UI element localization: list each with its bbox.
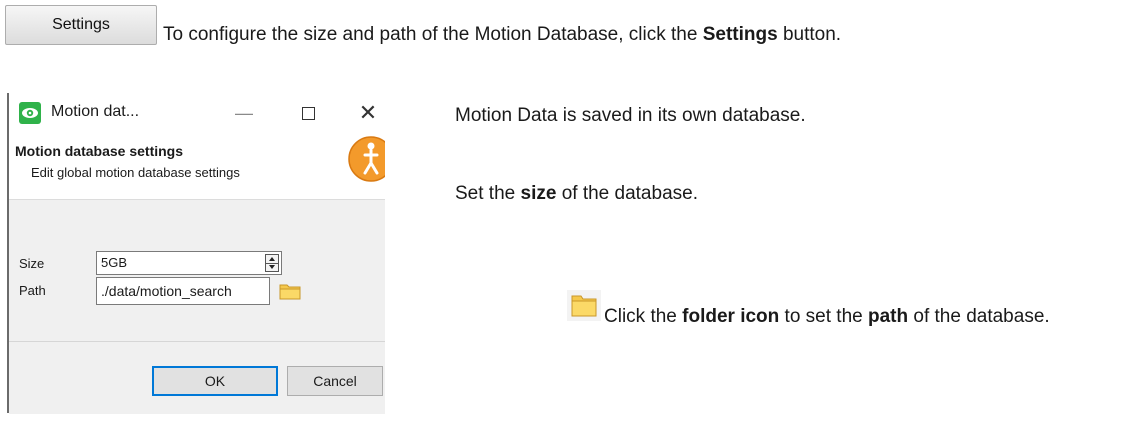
- size-note-end: of the database.: [556, 183, 698, 204]
- intro-paragraph: To configure the size and path of the Mo…: [163, 24, 841, 46]
- folder-note-end: of the database.: [908, 306, 1050, 327]
- dialog-titlebar: Motion dat... — ✕: [9, 93, 385, 133]
- size-note-text: Set the: [455, 183, 521, 204]
- motion-database-dialog: Motion dat... — ✕ Motion database settin…: [7, 93, 385, 414]
- size-stepper[interactable]: 5GB: [96, 251, 282, 275]
- close-icon: ✕: [358, 100, 378, 125]
- folder-icon[interactable]: [279, 283, 301, 300]
- spin-down-icon: [269, 265, 275, 269]
- spin-buttons[interactable]: [265, 254, 279, 272]
- folder-note-mid: to set the: [779, 306, 868, 327]
- motion-person-icon: [348, 136, 385, 182]
- folder-note-bold2: path: [868, 306, 909, 327]
- folder-note-text: Click the: [604, 306, 683, 327]
- ok-label: OK: [204, 373, 226, 389]
- folder-icon-large: [567, 290, 601, 321]
- size-note: Set the size of the database.: [455, 183, 698, 205]
- folder-note-bold: folder icon: [682, 306, 780, 327]
- maximize-icon: [301, 106, 315, 120]
- dialog-subheading: Edit global motion database settings: [31, 165, 240, 180]
- maximize-button[interactable]: [296, 99, 320, 127]
- minimize-button[interactable]: —: [234, 99, 254, 127]
- dialog-footer: OK Cancel: [9, 341, 385, 414]
- minimize-icon: —: [235, 102, 253, 123]
- path-label: Path: [19, 283, 46, 298]
- dialog-header: Motion database settings Edit global mot…: [9, 133, 385, 200]
- dialog-heading: Motion database settings: [15, 143, 184, 159]
- size-value: 5GB: [101, 255, 128, 270]
- path-field[interactable]: ./data/motion_search: [96, 277, 270, 305]
- intro-text-end: button.: [777, 24, 842, 45]
- spin-up-icon: [269, 257, 275, 261]
- cancel-label: Cancel: [313, 373, 357, 389]
- ok-button[interactable]: OK: [152, 366, 278, 396]
- cancel-button[interactable]: Cancel: [287, 366, 383, 396]
- settings-button-label: Settings: [52, 16, 110, 33]
- path-value: ./data/motion_search: [101, 283, 232, 299]
- size-label: Size: [19, 256, 45, 271]
- motion-eye-icon: [19, 102, 41, 124]
- size-note-bold: size: [520, 183, 557, 204]
- settings-button[interactable]: Settings: [5, 5, 157, 45]
- intro-bold: Settings: [702, 24, 778, 45]
- saved-note: Motion Data is saved in its own database…: [455, 105, 806, 126]
- folder-note: Click the folder icon to set the path of…: [604, 306, 1050, 328]
- close-button[interactable]: ✕: [357, 99, 379, 127]
- dialog-title: Motion dat...: [51, 103, 140, 120]
- intro-text: To configure the size and path of the Mo…: [163, 24, 703, 45]
